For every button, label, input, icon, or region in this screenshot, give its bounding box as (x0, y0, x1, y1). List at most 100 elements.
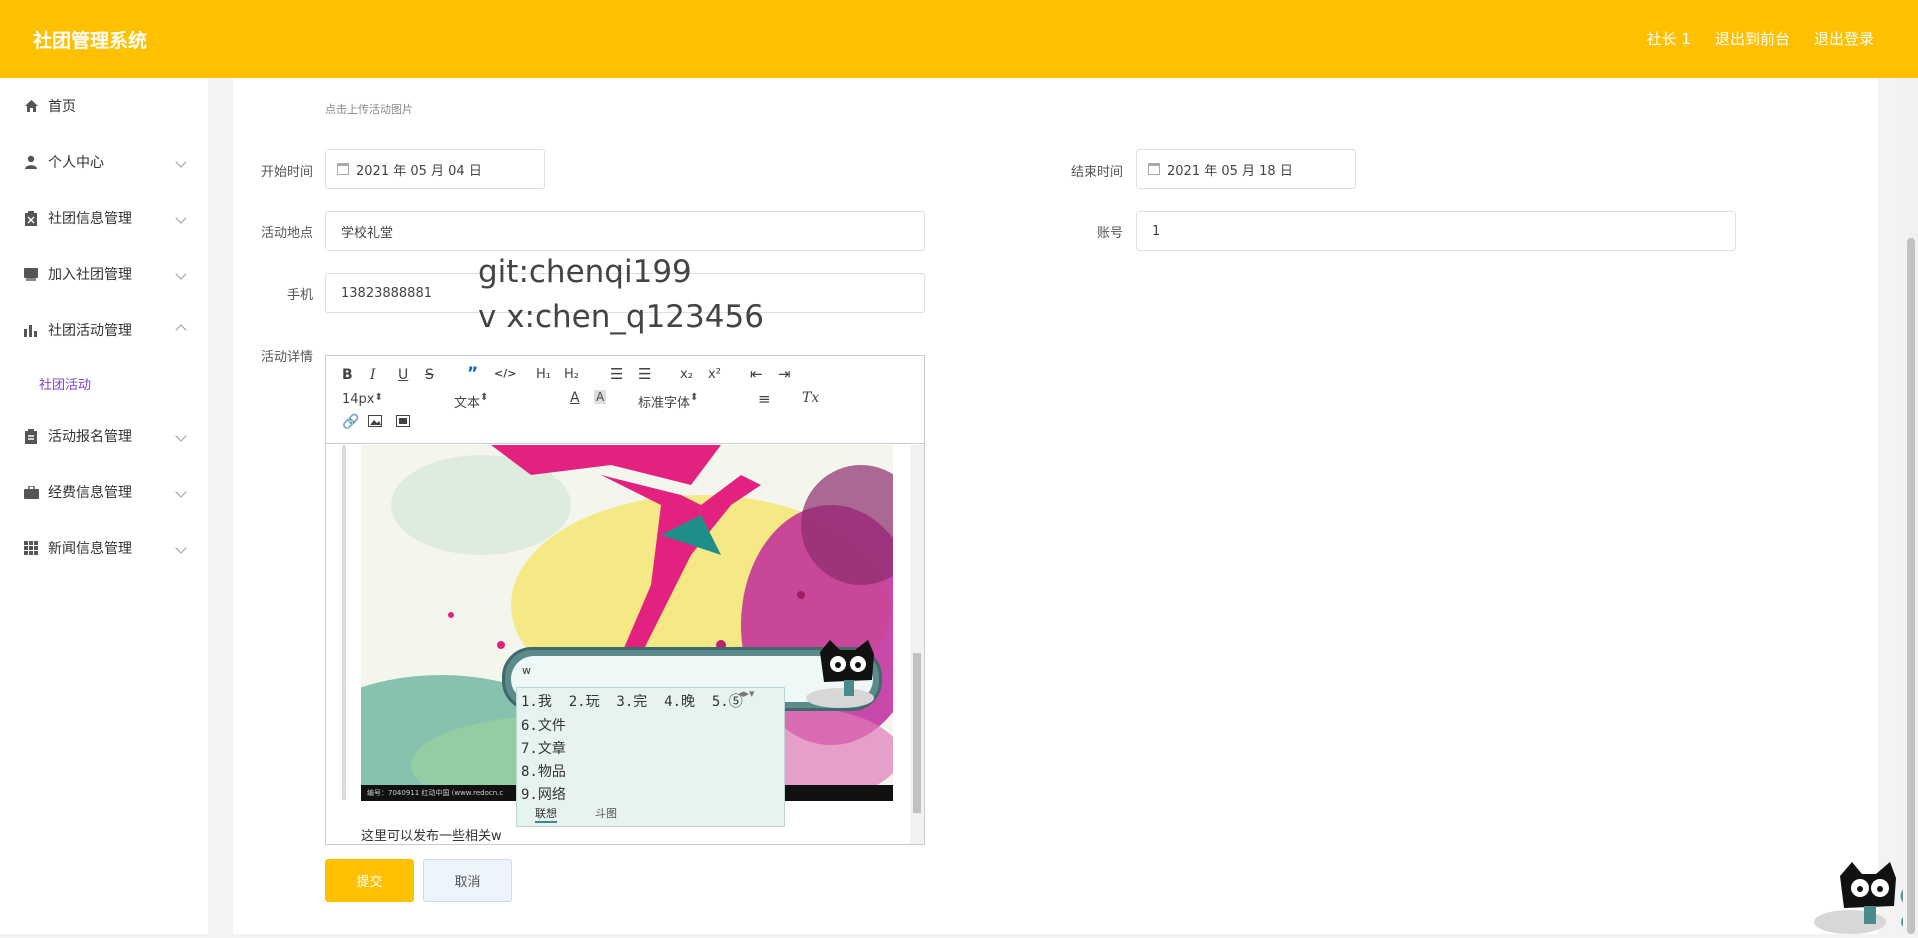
sidebar-item-home[interactable]: 首页 (0, 81, 208, 131)
ime-candidate-row[interactable]: 1.我 2.玩 3.完 4.晚 5.⑤ (521, 691, 743, 711)
user-name-link[interactable]: 社长 1 (1647, 28, 1691, 49)
italic-icon[interactable]: I (370, 367, 376, 383)
ime-candidate-9[interactable]: 9.网络 (521, 784, 566, 804)
end-time-label: 结束时间 (1070, 165, 1123, 180)
ime-page-arrows-icon[interactable]: ◂▸▾ (738, 687, 755, 700)
chevron-down-icon (175, 268, 187, 280)
superscript-icon[interactable]: x² (708, 367, 721, 382)
block-format-select[interactable]: 文本 (454, 392, 538, 411)
sidebar-item-label: 新闻信息管理 (48, 541, 132, 557)
strikethrough-icon[interactable]: S (425, 367, 434, 383)
place-value: 学校礼堂 (341, 225, 394, 241)
account-label: 账号 (1096, 226, 1123, 241)
ime-tab-stickers[interactable]: 斗图 (595, 805, 617, 821)
sidebar: 首页 个人中心 社团信息管理 加入社团管理 社团活动管理 社团活动 活动报名管理 (0, 78, 208, 934)
sidebar-item-club-info[interactable]: 社团信息管理 (0, 193, 208, 243)
top-bar: 社团管理系统 社长 1 退出到前台 退出登录 (0, 0, 1918, 78)
cancel-button[interactable]: 取消 (423, 859, 512, 902)
sidebar-item-label: 经费信息管理 (48, 485, 132, 501)
chevron-down-icon (175, 486, 187, 498)
text-color-icon[interactable]: A (570, 390, 580, 406)
account-input[interactable]: 1 (1136, 211, 1736, 251)
account-value: 1 (1152, 223, 1161, 239)
sidebar-subitem-club-activity[interactable]: 社团活动 (39, 374, 91, 393)
upload-hint[interactable]: 点击上传活动图片 (325, 101, 413, 117)
top-links: 社长 1 退出到前台 退出登录 (1647, 28, 1874, 49)
ime-tab-association[interactable]: 联想 (535, 805, 557, 823)
ime-input-text: w (522, 664, 531, 677)
editor-scrollbar[interactable] (910, 445, 924, 844)
page-scrollbar[interactable] (1903, 78, 1918, 934)
detail-label: 活动详情 (260, 350, 313, 365)
sidebar-item-personal-center[interactable]: 个人中心 (0, 137, 208, 187)
place-label: 活动地点 (260, 226, 313, 241)
video-icon[interactable] (396, 415, 410, 431)
sidebar-item-funds[interactable]: 经费信息管理 (0, 467, 208, 517)
underline-icon[interactable]: U (398, 367, 408, 383)
bar-chart-icon (23, 322, 39, 338)
heading-1-icon[interactable]: H₁ (536, 367, 551, 382)
page-scrollbar-thumb[interactable] (1907, 238, 1915, 934)
home-icon (23, 98, 39, 114)
end-time-value: 2021 年 05 月 18 日 (1167, 163, 1293, 179)
watermark-line-1: git:chenqi199 (478, 254, 692, 290)
ime-mascot-image (800, 640, 890, 710)
book-icon (23, 266, 39, 282)
editor-toolbar: B I U S ” </> H₁ H₂ ☰ ☰ x₂ x² ⇤ ⇥ 14px 文… (326, 356, 924, 444)
align-icon[interactable]: ≡ (758, 390, 771, 408)
briefcase-icon (23, 484, 39, 500)
back-to-front-link[interactable]: 退出到前台 (1715, 28, 1790, 49)
font-size-select[interactable]: 14px (342, 392, 426, 407)
editor-body-text: 这里可以发布一些相关w (361, 829, 502, 844)
chevron-down-icon (175, 430, 187, 442)
sidebar-item-label: 个人中心 (48, 155, 104, 171)
app-title: 社团管理系统 (33, 30, 148, 52)
link-icon[interactable]: 🔗 (342, 414, 359, 430)
chevron-down-icon (175, 542, 187, 554)
code-block-icon[interactable]: </> (494, 367, 516, 380)
sidebar-item-join-club[interactable]: 加入社团管理 (0, 249, 208, 299)
font-family-select[interactable]: 标准字体 (638, 392, 732, 411)
watermark-line-2: v x:chen_q123456 (478, 299, 764, 335)
sidebar-item-news[interactable]: 新闻信息管理 (0, 523, 208, 573)
ime-candidate-popup: w 1.我 2.玩 3.完 4.晚 5.⑤ 6.文件 7.文章 8.物品 9.网… (502, 647, 882, 827)
image-icon[interactable] (368, 415, 382, 431)
sidebar-item-signup[interactable]: 活动报名管理 (0, 411, 208, 461)
bold-icon[interactable]: B (342, 367, 353, 383)
indent-icon[interactable]: ⇥ (778, 365, 791, 383)
ordered-list-icon[interactable]: ☰ (610, 365, 623, 383)
start-time-field[interactable]: 2021 年 05 月 04 日 (325, 149, 545, 189)
desktop-mascot-image (1810, 862, 1918, 934)
clear-format-icon[interactable]: Tx (802, 390, 819, 406)
chevron-down-icon (175, 212, 187, 224)
calendar-icon (1148, 163, 1160, 175)
ime-candidate-8[interactable]: 8.物品 (521, 761, 566, 781)
sidebar-item-label: 社团信息管理 (48, 211, 132, 227)
submit-button[interactable]: 提交 (325, 859, 414, 902)
start-time-label: 开始时间 (260, 165, 313, 180)
heading-2-icon[interactable]: H₂ (564, 367, 579, 382)
grid-icon (23, 540, 39, 556)
logout-link[interactable]: 退出登录 (1814, 28, 1874, 49)
chevron-down-icon (175, 156, 187, 168)
ime-candidate-6[interactable]: 6.文件 (521, 715, 566, 735)
ime-candidate-list: 1.我 2.玩 3.完 4.晚 5.⑤ 6.文件 7.文章 8.物品 9.网络 … (516, 687, 785, 827)
sidebar-item-club-activity[interactable]: 社团活动管理 (0, 305, 208, 355)
chevron-up-icon (175, 324, 187, 336)
background-color-icon[interactable]: A (594, 390, 607, 404)
phone-label: 手机 (286, 288, 313, 303)
sidebar-item-label: 加入社团管理 (48, 267, 132, 283)
editor-scrollbar-thumb[interactable] (913, 653, 921, 813)
sidebar-item-label: 首页 (48, 99, 76, 115)
user-icon (23, 154, 39, 170)
start-time-value: 2021 年 05 月 04 日 (356, 163, 482, 179)
end-time-field[interactable]: 2021 年 05 月 18 日 (1136, 149, 1356, 189)
phone-value: 13823888881 (341, 285, 432, 301)
place-input[interactable]: 学校礼堂 (325, 211, 925, 251)
bullet-list-icon[interactable]: ☰ (638, 365, 651, 383)
outdent-icon[interactable]: ⇤ (750, 365, 763, 383)
sidebar-item-label: 社团活动管理 (48, 323, 132, 339)
subscript-icon[interactable]: x₂ (680, 367, 693, 382)
blockquote-icon[interactable]: ” (467, 364, 478, 384)
ime-candidate-7[interactable]: 7.文章 (521, 738, 566, 758)
